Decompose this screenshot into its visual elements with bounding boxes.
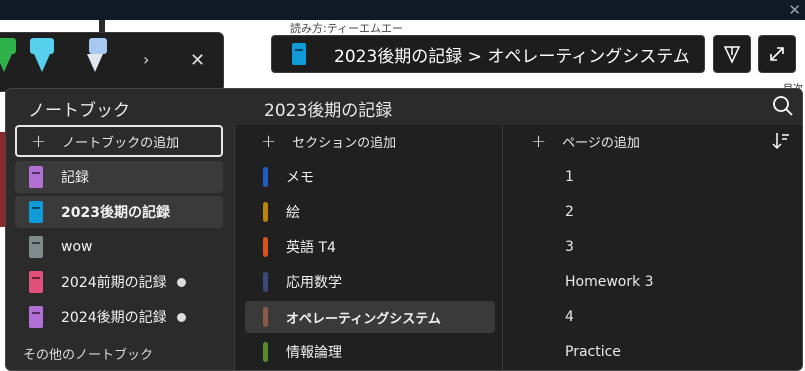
search-query-text: 2023後期の記録: [264, 101, 393, 121]
notebook-label: 2023後期の記録: [61, 205, 170, 221]
page-label: Homework 3: [565, 274, 654, 290]
notebook-icon: [29, 271, 43, 293]
title-bar: ✕: [0, 0, 805, 20]
notebook-label: 記録: [61, 170, 89, 186]
plus-icon: +: [261, 130, 277, 152]
section-label: 応用数学: [286, 275, 342, 291]
notebook-icon: [29, 306, 43, 328]
page-label: 4: [565, 309, 574, 325]
fountain-pen-icon[interactable]: [86, 38, 110, 78]
notebook-breadcrumb-button[interactable]: 2023後期の記録 > オペレーティングシステム ⌄: [271, 35, 705, 73]
page-item[interactable]: 3: [531, 231, 791, 263]
sections-column: + セクションの追加 メモ 絵 英語 T4 応用数学 オペレーティングシステム …: [234, 125, 502, 370]
search-icon[interactable]: [772, 95, 794, 117]
reading-hint-text: 読み方:ティーエムエー: [290, 22, 404, 35]
section-tab-icon: [263, 342, 268, 362]
plus-icon: +: [531, 130, 547, 152]
section-item[interactable]: 英語 T4: [245, 231, 495, 263]
notebook-navigation-panel: ノートブック + ノートブックの追加 記録 2023後期の記録 wow 2024…: [5, 88, 803, 371]
notebook-item[interactable]: 2023後期の記録: [15, 196, 223, 228]
section-item[interactable]: 情報論理: [245, 336, 495, 368]
page-label: 1: [565, 169, 574, 185]
highlighter-icon[interactable]: [30, 38, 54, 78]
sync-status-dot-icon: [176, 312, 186, 322]
pen-mode-button[interactable]: [713, 35, 751, 73]
page-item[interactable]: 1: [531, 161, 791, 193]
section-label: 英語 T4: [286, 240, 336, 256]
add-notebook-button[interactable]: + ノートブックの追加: [15, 125, 223, 157]
section-item[interactable]: メモ: [245, 161, 495, 193]
notebooks-column: ノートブック + ノートブックの追加 記録 2023後期の記録 wow 2024…: [6, 89, 234, 370]
pen-tip-icon: [723, 46, 741, 64]
page-label: 3: [565, 239, 574, 255]
other-notebooks-link[interactable]: その他のノートブック: [23, 344, 153, 363]
page-item[interactable]: Practice: [531, 336, 791, 368]
notebook-icon: [29, 166, 43, 188]
section-tab-icon: [263, 307, 268, 327]
close-toolbar-icon[interactable]: ✕: [190, 50, 205, 71]
window-close-icon[interactable]: ✕: [788, 1, 801, 19]
sync-status-dot-icon: [176, 277, 186, 287]
section-item[interactable]: 絵: [245, 196, 495, 228]
section-tab-icon: [263, 272, 268, 292]
notebook-icon: [29, 201, 43, 223]
section-item[interactable]: オペレーティングシステム: [245, 301, 495, 333]
page-item[interactable]: 4: [531, 301, 791, 333]
search-bar[interactable]: 2023後期の記録: [234, 89, 802, 125]
page-item[interactable]: 2: [531, 196, 791, 228]
notebook-item[interactable]: wow: [15, 231, 223, 263]
section-tab-icon: [263, 237, 268, 257]
notebook-item[interactable]: 2024後期の記録: [15, 301, 223, 333]
add-notebook-label: ノートブックの追加: [62, 135, 180, 151]
page-item[interactable]: Homework 3: [531, 266, 791, 298]
add-page-button[interactable]: + ページの追加: [531, 125, 640, 157]
notebook-label: 2024後期の記録: [61, 310, 167, 326]
notebook-item[interactable]: 記録: [15, 161, 223, 193]
section-label: メモ: [286, 170, 314, 186]
section-label: オペレーティングシステム: [286, 311, 441, 327]
breadcrumb-text: 2023後期の記録 > オペレーティングシステム: [334, 46, 690, 67]
page-label: 2: [565, 204, 574, 220]
sort-icon[interactable]: [772, 131, 790, 151]
section-label: 絵: [286, 205, 300, 221]
section-tab-icon: [263, 202, 268, 222]
add-section-button[interactable]: + セクションの追加: [261, 125, 396, 157]
green-pen-icon[interactable]: [0, 38, 16, 78]
section-tab-icon: [263, 167, 268, 187]
add-page-label: ページの追加: [562, 135, 640, 151]
expand-button[interactable]: [758, 35, 796, 73]
more-pens-chevron-icon[interactable]: ›: [143, 50, 149, 69]
notebook-label: 2024前期の記録: [61, 275, 167, 291]
chevron-down-icon: ⌄: [679, 45, 690, 60]
page-label: Practice: [565, 344, 621, 360]
pages-column: + ページの追加 1 2 3 Homework 3 4 Practice: [502, 125, 802, 370]
notebook-item[interactable]: 2024前期の記録: [15, 266, 223, 298]
plus-icon: +: [31, 130, 47, 152]
notebook-label: wow: [61, 239, 93, 255]
notebook-icon: [29, 236, 43, 258]
section-item[interactable]: 応用数学: [245, 266, 495, 298]
section-label: 情報論理: [286, 345, 342, 361]
expand-icon: [770, 47, 784, 61]
notebooks-header: ノートブック: [28, 101, 130, 121]
add-section-label: セクションの追加: [292, 135, 397, 151]
notebook-icon: [292, 43, 306, 65]
